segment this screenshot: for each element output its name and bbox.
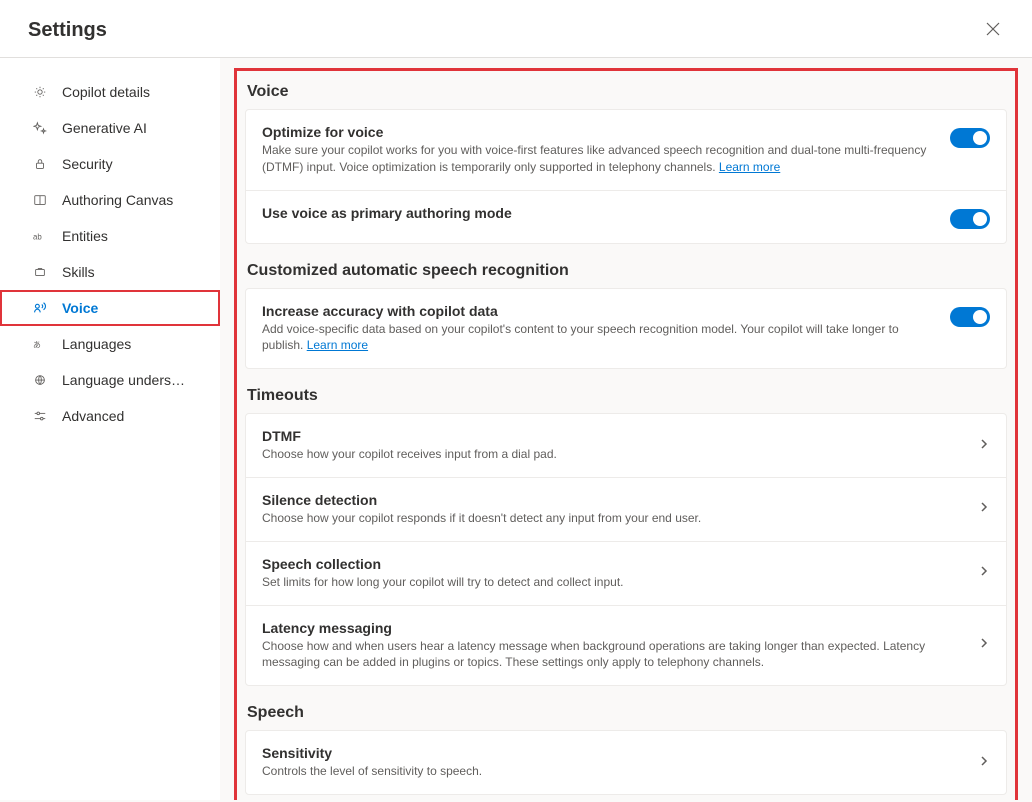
lock-icon xyxy=(32,156,48,172)
accuracy-row: Increase accuracy with copilot data Add … xyxy=(246,289,1006,369)
accuracy-title: Increase accuracy with copilot data xyxy=(262,303,934,319)
latency-desc: Choose how and when users hear a latency… xyxy=(262,638,962,672)
sensitivity-desc: Controls the level of sensitivity to spe… xyxy=(262,763,962,780)
sidebar-item-copilot-details[interactable]: Copilot details xyxy=(0,74,220,110)
sensitivity-row[interactable]: Sensitivity Controls the level of sensit… xyxy=(246,731,1006,794)
sidebar-item-advanced[interactable]: Advanced xyxy=(0,398,220,434)
gear-icon xyxy=(32,84,48,100)
accuracy-learn-more-link[interactable]: Learn more xyxy=(307,338,368,352)
skills-icon xyxy=(32,264,48,280)
chevron-right-icon xyxy=(978,500,990,518)
svg-text:ab: ab xyxy=(33,233,42,242)
primary-authoring-row: Use voice as primary authoring mode xyxy=(246,191,1006,243)
dtmf-row[interactable]: DTMF Choose how your copilot receives in… xyxy=(246,414,1006,478)
optimize-title: Optimize for voice xyxy=(262,124,934,140)
silence-title: Silence detection xyxy=(262,492,962,508)
section-title-asr: Customized automatic speech recognition xyxy=(245,262,1007,280)
voice-card: Optimize for voice Make sure your copilo… xyxy=(245,109,1007,244)
sidebar-item-label: Languages xyxy=(62,336,131,352)
close-button[interactable] xyxy=(982,18,1004,43)
close-icon xyxy=(986,24,1000,39)
optimize-for-voice-row: Optimize for voice Make sure your copilo… xyxy=(246,110,1006,191)
voice-icon xyxy=(32,300,48,316)
settings-sidebar: Copilot details Generative AI Security A… xyxy=(0,58,220,800)
sidebar-item-label: Authoring Canvas xyxy=(62,192,173,208)
sidebar-item-authoring-canvas[interactable]: Authoring Canvas xyxy=(0,182,220,218)
sparkle-icon xyxy=(32,120,48,136)
chevron-right-icon xyxy=(978,437,990,455)
section-title-voice: Voice xyxy=(245,83,1007,101)
highlighted-region: Voice Optimize for voice Make sure your … xyxy=(234,68,1018,800)
accuracy-toggle[interactable] xyxy=(950,307,990,327)
optimize-desc: Make sure your copilot works for you wit… xyxy=(262,142,934,176)
sidebar-item-generative-ai[interactable]: Generative AI xyxy=(0,110,220,146)
primary-authoring-toggle[interactable] xyxy=(950,209,990,229)
sidebar-item-label: Skills xyxy=(62,264,95,280)
optimize-learn-more-link[interactable]: Learn more xyxy=(719,160,780,174)
dtmf-title: DTMF xyxy=(262,428,962,444)
chevron-right-icon xyxy=(978,754,990,772)
section-title-speech: Speech xyxy=(245,704,1007,722)
sidebar-item-label: Voice xyxy=(62,300,98,316)
sensitivity-title: Sensitivity xyxy=(262,745,962,761)
optimize-toggle[interactable] xyxy=(950,128,990,148)
latency-row[interactable]: Latency messaging Choose how and when us… xyxy=(246,606,1006,686)
language-understanding-icon xyxy=(32,372,48,388)
settings-main: Voice Optimize for voice Make sure your … xyxy=(220,58,1032,800)
silence-desc: Choose how your copilot responds if it d… xyxy=(262,510,962,527)
sidebar-item-label: Language understandi… xyxy=(62,372,188,388)
sidebar-item-label: Copilot details xyxy=(62,84,150,100)
sliders-icon xyxy=(32,408,48,424)
speech-collection-desc: Set limits for how long your copilot wil… xyxy=(262,574,962,591)
speech-card: Sensitivity Controls the level of sensit… xyxy=(245,730,1007,795)
chevron-right-icon xyxy=(978,636,990,654)
sidebar-item-label: Security xyxy=(62,156,113,172)
speech-collection-title: Speech collection xyxy=(262,556,962,572)
canvas-icon xyxy=(32,192,48,208)
sidebar-item-voice[interactable]: Voice xyxy=(0,290,220,326)
settings-header: Settings xyxy=(0,0,1032,58)
accuracy-desc: Add voice-specific data based on your co… xyxy=(262,321,934,355)
sidebar-item-label: Advanced xyxy=(62,408,124,424)
entities-icon: ab xyxy=(32,228,48,244)
languages-icon: あ xyxy=(32,336,48,352)
sidebar-item-language-understanding[interactable]: Language understandi… xyxy=(0,362,220,398)
sidebar-item-entities[interactable]: ab Entities xyxy=(0,218,220,254)
asr-card: Increase accuracy with copilot data Add … xyxy=(245,288,1007,370)
section-title-timeouts: Timeouts xyxy=(245,387,1007,405)
sidebar-item-security[interactable]: Security xyxy=(0,146,220,182)
sidebar-item-skills[interactable]: Skills xyxy=(0,254,220,290)
latency-title: Latency messaging xyxy=(262,620,962,636)
primary-authoring-title: Use voice as primary authoring mode xyxy=(262,205,934,221)
settings-title: Settings xyxy=(28,19,107,42)
timeouts-card: DTMF Choose how your copilot receives in… xyxy=(245,413,1007,686)
sidebar-item-label: Generative AI xyxy=(62,120,147,136)
sidebar-item-languages[interactable]: あ Languages xyxy=(0,326,220,362)
dtmf-desc: Choose how your copilot receives input f… xyxy=(262,446,962,463)
svg-text:あ: あ xyxy=(33,341,41,350)
sidebar-item-label: Entities xyxy=(62,228,108,244)
optimize-desc-text: Make sure your copilot works for you wit… xyxy=(262,143,926,174)
silence-row[interactable]: Silence detection Choose how your copilo… xyxy=(246,478,1006,542)
chevron-right-icon xyxy=(978,564,990,582)
speech-collection-row[interactable]: Speech collection Set limits for how lon… xyxy=(246,542,1006,606)
